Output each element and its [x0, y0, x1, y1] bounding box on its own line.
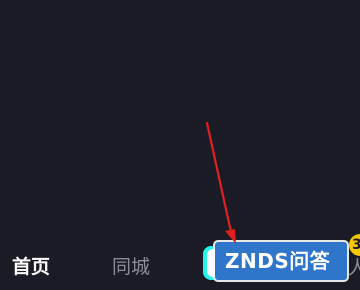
arrow-line	[205, 121, 233, 234]
notification-badge: 3	[349, 234, 360, 256]
tab-me[interactable]: 人	[348, 256, 360, 280]
watermark-text: ZNDS问答	[225, 249, 331, 273]
tab-home[interactable]: 首页	[12, 255, 50, 279]
app-screen: 首页 同城 人 ZNDS问答 3	[0, 0, 360, 290]
tab-same-city[interactable]: 同城	[112, 255, 150, 279]
watermark-logo: ZNDS问答	[215, 242, 347, 280]
